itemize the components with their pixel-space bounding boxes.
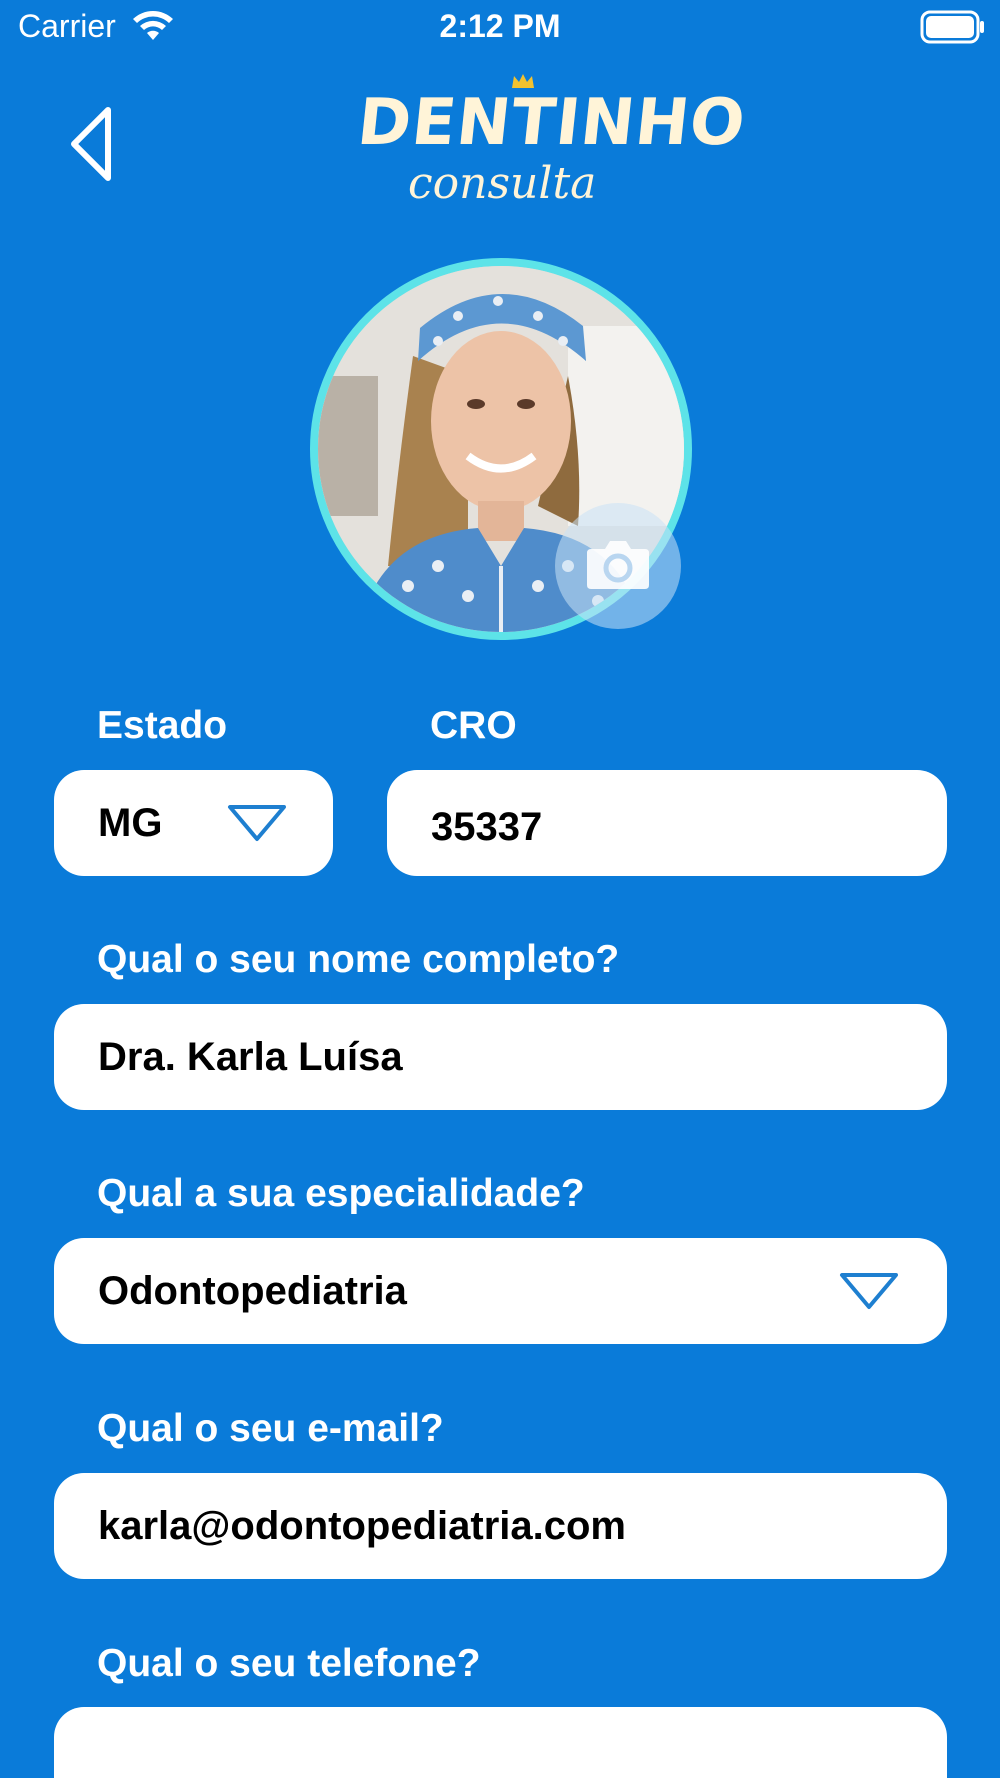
especialidade-label: Qual a sua especialidade? [97, 1172, 585, 1215]
triangle-down-icon [228, 805, 286, 841]
especialidade-select[interactable]: Odontopediatria [54, 1238, 947, 1344]
battery-icon [920, 10, 984, 44]
nome-value: Dra. Karla Luísa [98, 1035, 403, 1079]
cro-value: 35337 [431, 805, 543, 849]
email-input[interactable]: karla@odontopediatria.com [54, 1473, 947, 1579]
especialidade-value: Odontopediatria [98, 1269, 407, 1313]
back-button[interactable] [62, 104, 122, 184]
telefone-input[interactable] [54, 1707, 947, 1778]
logo-subtitle: consulta [408, 158, 597, 209]
back-chevron-icon [71, 107, 111, 181]
telefone-label: Qual o seu telefone? [97, 1642, 481, 1685]
cro-input[interactable]: 35337 [387, 770, 947, 876]
cro-label: CRO [430, 704, 517, 747]
logo-title: DENTINHO [354, 86, 750, 160]
estado-label: Estado [97, 704, 228, 747]
status-bar: Carrier 2:12 PM [0, 0, 1000, 56]
estado-value: MG [98, 801, 163, 845]
camera-icon [587, 541, 649, 589]
nome-input[interactable]: Dra. Karla Luísa [54, 1004, 947, 1110]
clock: 2:12 PM [439, 8, 561, 44]
change-photo-button[interactable] [555, 503, 681, 629]
estado-select[interactable]: MG [54, 770, 333, 876]
email-label: Qual o seu e-mail? [97, 1407, 444, 1450]
edit-profile-screen: Carrier 2:12 PM DENTINHO consulta Estado… [0, 0, 1000, 1778]
app-logo: DENTINHO consulta [340, 66, 749, 216]
email-value: karla@odontopediatria.com [98, 1504, 626, 1548]
nome-label: Qual o seu nome completo? [97, 938, 620, 981]
triangle-down-icon [840, 1273, 898, 1309]
